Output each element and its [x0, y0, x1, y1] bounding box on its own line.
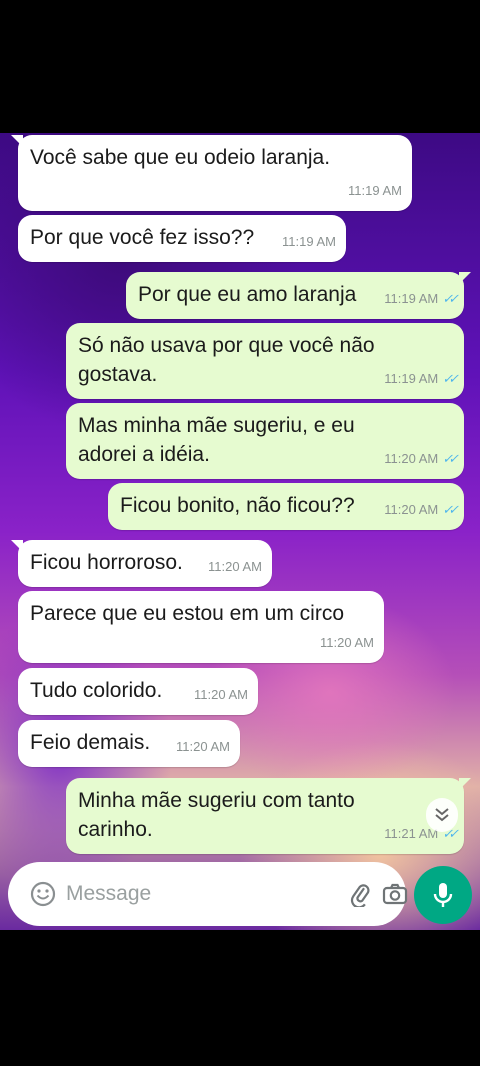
message-bubble[interactable]: Ficou bonito, não ficou?? 11:20 AM ✓✓ [108, 483, 464, 530]
message-text: Você sabe que eu odeio laranja. [30, 146, 331, 169]
message-input[interactable] [64, 881, 339, 907]
message-time: 11:20 AM [320, 635, 374, 650]
message-time: 11:19 AM [384, 371, 439, 386]
message-bubble[interactable]: Só não usava por que você não gostava. 1… [66, 323, 464, 399]
message-bubble[interactable]: Feio demais. 11:20 AM [18, 720, 240, 767]
double-check-icon: ✓✓ [442, 291, 459, 306]
message-time: 11:20 AM [208, 559, 262, 574]
message-bubble[interactable]: Parece que eu estou em um circo 11:20 AM [18, 591, 384, 663]
scroll-down-button[interactable] [426, 798, 458, 832]
message-time: 11:20 AM [176, 739, 230, 754]
message-status: 11:20 AM ✓✓ [384, 495, 459, 524]
message-bubble[interactable]: Por que você fez isso?? 11:19 AM [18, 215, 346, 262]
message-time: 11:20 AM [194, 687, 248, 702]
attach-icon[interactable] [347, 877, 373, 911]
message-bubble[interactable]: Ficou horroroso. 11:20 AM [11, 540, 272, 587]
double-check-icon: ✓✓ [442, 451, 459, 466]
message-bubble[interactable]: Minha mãe sugeriu com tanto carinho. 11:… [66, 778, 471, 854]
navigation-bar-area [0, 930, 480, 1066]
message-status: 11:19 AM ✓✓ [384, 364, 459, 393]
message-bubble[interactable]: Tudo colorido. 11:20 AM [18, 668, 258, 715]
message-time: 11:19 AM [384, 291, 439, 306]
message-text: Só não usava por que você não gostava. [78, 334, 375, 386]
message-time: 11:19 AM [348, 183, 402, 198]
double-check-icon: ✓✓ [442, 371, 459, 386]
message-text: Parece que eu estou em um circo [30, 602, 344, 625]
chat-wallpaper: Você sabe que eu odeio laranja. 11:19 AM… [0, 133, 480, 930]
mic-button[interactable] [414, 866, 472, 924]
message-bubble[interactable]: Por que eu amo laranja 11:19 AM ✓✓ [126, 272, 471, 319]
message-time: 11:21 AM [384, 826, 439, 841]
message-time: 11:20 AM [384, 451, 439, 466]
camera-icon[interactable] [381, 877, 409, 911]
message-bubble[interactable]: Você sabe que eu odeio laranja. 11:19 AM [11, 135, 412, 211]
bubble-tail [11, 135, 23, 147]
message-time: 11:19 AM [282, 234, 336, 249]
bubble-tail [11, 540, 23, 552]
message-status: 11:19 AM ✓✓ [384, 284, 459, 313]
message-text: Minha mãe sugeriu com tanto carinho. [78, 789, 355, 841]
message-time: 11:20 AM [384, 502, 439, 517]
double-chevron-down-icon [435, 808, 449, 822]
message-composer [8, 862, 409, 926]
message-status: 11:20 AM ✓✓ [384, 444, 459, 473]
double-check-icon: ✓✓ [442, 502, 459, 517]
message-text: Mas minha mãe sugeriu, e eu adorei a idé… [78, 414, 355, 466]
bubble-tail [459, 778, 471, 790]
bubble-tail [459, 272, 471, 284]
message-bubble[interactable]: Mas minha mãe sugeriu, e eu adorei a idé… [66, 403, 464, 479]
mic-icon [433, 883, 453, 907]
emoji-icon[interactable] [30, 877, 56, 911]
